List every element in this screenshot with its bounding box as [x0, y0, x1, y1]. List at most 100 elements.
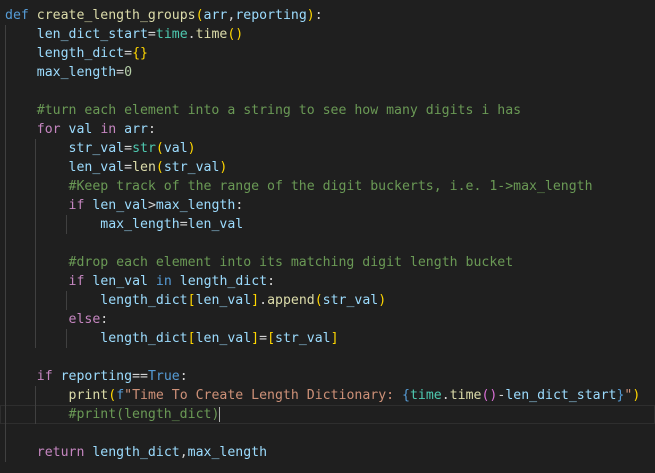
code-text: length_dict={} — [5, 44, 148, 63]
code-line[interactable] — [0, 234, 655, 253]
code-token: True — [147, 369, 180, 384]
code-token: [ — [267, 331, 276, 346]
code-line[interactable]: length_dict[len_val]=[str_val] — [0, 329, 655, 348]
code-token: : — [267, 274, 276, 289]
code-line[interactable]: if len_val>max_length: — [0, 196, 655, 215]
code-text: #turn each element into a string to see … — [5, 101, 521, 120]
code-token: if — [68, 274, 85, 289]
code-token: = — [124, 46, 133, 61]
code-line[interactable]: length_dict[len_val].append(str_val) — [0, 291, 655, 310]
code-token: {} — [132, 46, 148, 61]
code-text: return length_dict,max_length — [5, 443, 267, 462]
code-token: ] — [251, 293, 260, 308]
code-token: str_val — [68, 141, 125, 156]
code-token: #Keep track of the range of the digit bu… — [68, 179, 593, 194]
code-token: ( — [155, 141, 164, 156]
code-token: ( — [195, 8, 204, 23]
code-text: else: — [5, 310, 109, 329]
code-line[interactable]: print(f"Time To Create Length Dictionary… — [0, 386, 655, 405]
code-token: length_dict — [36, 46, 125, 61]
code-text: if len_val in length_dict: — [5, 272, 276, 291]
code-token: = — [116, 65, 125, 80]
code-token: len_val — [195, 293, 252, 308]
code-token: . — [187, 27, 196, 42]
code-token: str — [132, 141, 156, 156]
code-line[interactable]: #drop each element into its matching dig… — [0, 253, 655, 272]
code-token: len — [132, 160, 156, 175]
code-token: if — [36, 369, 53, 384]
code-token: ( — [108, 388, 117, 403]
code-line[interactable]: #Keep track of the range of the digit bu… — [0, 177, 655, 196]
code-token: , — [179, 445, 188, 460]
code-token: print — [68, 388, 109, 403]
code-token: str_val — [275, 331, 331, 346]
code-token: len_val — [187, 217, 244, 232]
code-token: ) — [378, 293, 387, 308]
code-token: arr — [203, 8, 228, 23]
code-line[interactable]: #turn each element into a string to see … — [0, 101, 655, 120]
code-text: if len_val>max_length: — [5, 196, 244, 215]
code-token: time — [155, 27, 188, 42]
code-line[interactable]: if len_val in length_dict: — [0, 272, 655, 291]
code-line[interactable]: if reporting==True: — [0, 367, 655, 386]
code-token: len_val — [92, 198, 148, 213]
code-token: max_length — [36, 65, 117, 80]
code-text: print(f"Time To Create Length Dictionary… — [5, 386, 641, 405]
code-token: #print(length_dict) — [68, 407, 220, 422]
code-line[interactable]: return length_dict,max_length — [0, 443, 655, 462]
code-text: max_length=0 — [5, 63, 132, 82]
code-text: #drop each element into its matching dig… — [5, 253, 514, 272]
code-token: if — [68, 198, 85, 213]
code-text: #Keep track of the range of the digit bu… — [5, 177, 593, 196]
code-token: [ — [187, 293, 196, 308]
code-token: for — [36, 122, 61, 137]
code-token: arr — [124, 122, 148, 137]
code-text: length_dict[len_val].append(str_val) — [5, 291, 386, 310]
code-token: ] — [330, 331, 339, 346]
code-token: time — [195, 27, 228, 42]
code-token: ( — [314, 293, 323, 308]
code-token: : — [100, 312, 109, 327]
code-token: max_length — [155, 198, 236, 213]
code-text: #print(length_dict) — [5, 405, 221, 424]
code-token: = — [259, 331, 268, 346]
code-text: max_length=len_val — [5, 215, 243, 234]
code-token: def — [5, 8, 29, 23]
code-token: () — [481, 388, 498, 403]
code-token: : — [179, 369, 188, 384]
code-line[interactable]: #print(length_dict) — [0, 405, 655, 424]
code-token: str_val — [163, 160, 220, 175]
code-line[interactable]: max_length=len_val — [0, 215, 655, 234]
code-line[interactable]: length_dict={} — [0, 44, 655, 63]
code-line[interactable] — [0, 82, 655, 101]
code-token: len_val — [92, 274, 148, 289]
code-text: for val in arr: — [5, 120, 156, 139]
code-token: create_length_groups — [36, 8, 196, 23]
code-editor[interactable]: def create_length_groups(arr,reporting):… — [0, 0, 655, 473]
code-line[interactable]: else: — [0, 310, 655, 329]
code-token: max_length — [100, 217, 180, 232]
code-line[interactable] — [0, 424, 655, 443]
code-token: len_val — [195, 331, 252, 346]
code-line[interactable] — [0, 348, 655, 367]
code-token: = — [124, 141, 133, 156]
text-cursor — [219, 406, 221, 422]
code-token: in — [100, 122, 117, 137]
code-line[interactable]: max_length=0 — [0, 63, 655, 82]
code-token: 0 — [124, 65, 133, 80]
code-line[interactable]: for val in arr: — [0, 120, 655, 139]
code-token: len_dict_start — [505, 388, 617, 403]
code-text: def create_length_groups(arr,reporting): — [5, 6, 323, 25]
code-token: len_dict_start — [36, 27, 148, 42]
code-line[interactable]: len_dict_start=time.time() — [0, 25, 655, 44]
code-line[interactable]: len_val=len(str_val) — [0, 158, 655, 177]
code-line[interactable]: str_val=str(val) — [0, 139, 655, 158]
code-token: reporting — [60, 369, 133, 384]
code-token: f — [116, 388, 125, 403]
code-line[interactable]: def create_length_groups(arr,reporting): — [0, 6, 655, 25]
